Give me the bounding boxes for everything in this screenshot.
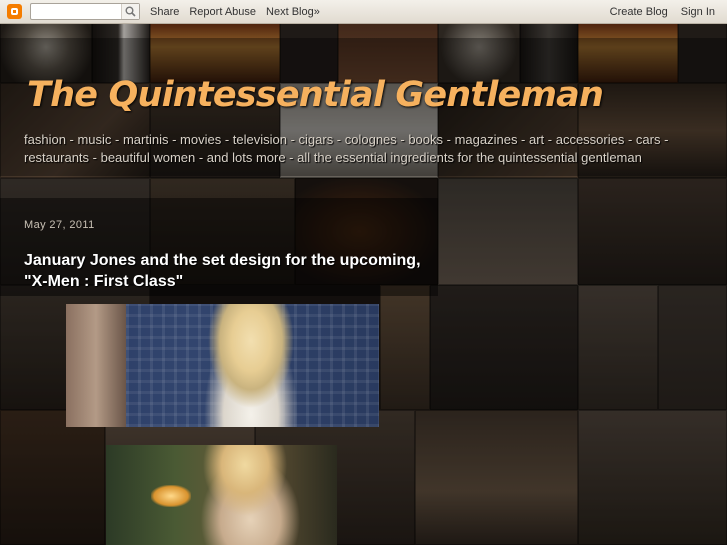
image-lamp	[151, 485, 191, 507]
navbar-right: Create Blog Sign In	[610, 6, 727, 18]
blog-title[interactable]: The Quintessential Gentleman	[27, 74, 604, 116]
share-link[interactable]: Share	[150, 6, 179, 18]
blog-description: fashion - music - martinis - movies - te…	[24, 132, 669, 165]
search-icon[interactable]	[121, 4, 139, 19]
post-image-portrait[interactable]	[106, 445, 337, 545]
next-blog-link[interactable]: Next Blog»	[266, 6, 320, 18]
image-figure	[196, 304, 306, 427]
search-box	[30, 3, 140, 20]
image-figure	[66, 304, 126, 427]
blogger-logo-icon[interactable]	[7, 4, 22, 19]
sign-in-link[interactable]: Sign In	[681, 6, 715, 18]
image-figure	[201, 445, 311, 545]
create-blog-link[interactable]: Create Blog	[610, 6, 668, 18]
report-abuse-link[interactable]: Report Abuse	[189, 6, 256, 18]
post-image-xmen-still[interactable]	[66, 304, 379, 427]
post-title[interactable]: January Jones and the set design for the…	[24, 250, 434, 292]
post-date: May 27, 2011	[24, 219, 95, 231]
search-input[interactable]	[31, 4, 125, 19]
blogger-navbar: Share Report Abuse Next Blog» Create Blo…	[0, 0, 727, 24]
